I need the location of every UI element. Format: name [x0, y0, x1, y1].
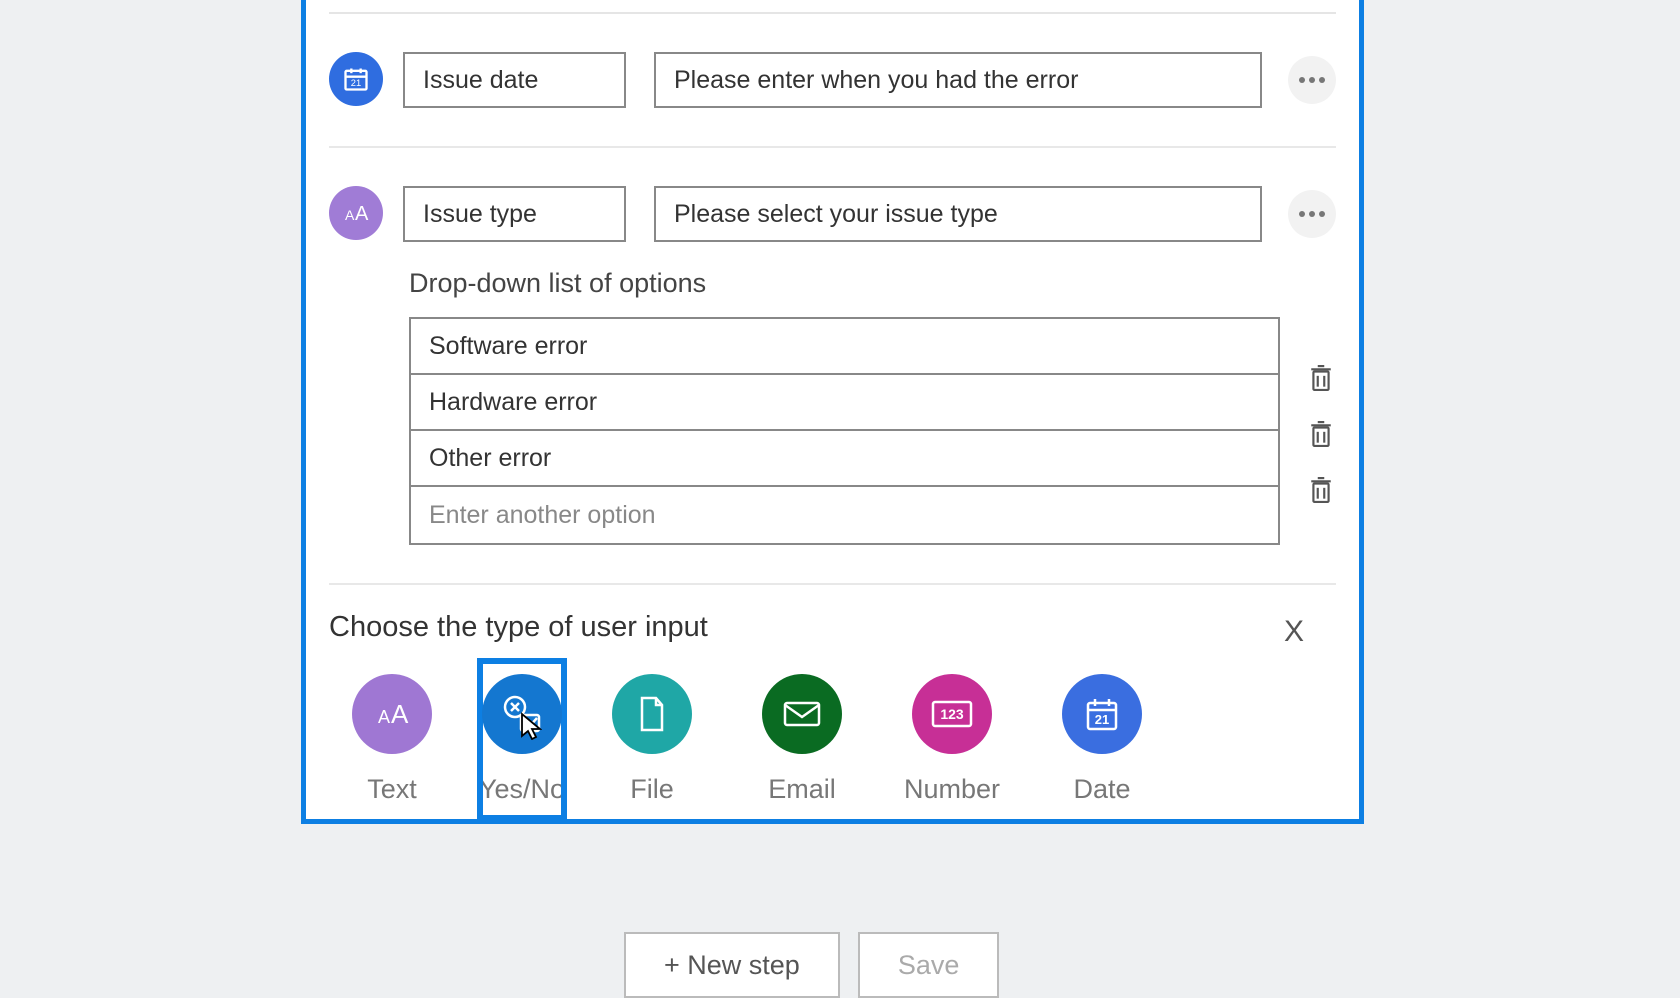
dropdown-option-input[interactable] — [411, 375, 1278, 431]
input-type-tiles: AA Text Yes/No — [353, 674, 1336, 805]
svg-text:21: 21 — [1095, 712, 1109, 727]
svg-text:21: 21 — [351, 78, 361, 88]
input-name-field[interactable] — [403, 52, 626, 108]
input-type-yesno[interactable]: Yes/No — [483, 664, 561, 815]
calendar-icon: 21 — [329, 52, 383, 106]
text-icon: AA — [352, 674, 432, 754]
input-description-field[interactable] — [654, 186, 1262, 242]
divider — [329, 583, 1336, 585]
calendar-icon: 21 — [1062, 674, 1142, 754]
dropdown-add-option-input[interactable] — [411, 487, 1278, 543]
input-type-file[interactable]: File — [613, 674, 691, 805]
tile-label: Email — [768, 774, 836, 805]
svg-text:A: A — [391, 699, 409, 729]
input-row-issue-date: 21 — [306, 14, 1359, 108]
close-button[interactable]: X — [1284, 615, 1304, 649]
dropdown-option-input[interactable] — [411, 319, 1278, 375]
delete-option-button[interactable] — [1306, 360, 1336, 396]
choose-title: Choose the type of user input — [329, 611, 1336, 644]
svg-text:A: A — [345, 207, 355, 223]
dropdown-option-input[interactable] — [411, 431, 1278, 487]
input-type-text[interactable]: AA Text — [353, 674, 431, 805]
delete-option-button[interactable] — [1306, 416, 1336, 452]
dropdown-options-section: Drop-down list of options — [409, 268, 1336, 545]
choose-input-type-section: Choose the type of user input X AA Text — [329, 611, 1336, 805]
save-button[interactable]: Save — [858, 932, 1000, 998]
input-row-issue-type: A A — [306, 148, 1359, 242]
svg-text:A: A — [355, 203, 369, 225]
tile-label: Number — [904, 774, 1000, 805]
new-step-button[interactable]: + New step — [624, 932, 840, 998]
flow-trigger-card: 21 A A — [301, 0, 1364, 824]
tile-label: File — [630, 774, 674, 805]
input-type-email[interactable]: Email — [763, 674, 841, 805]
tile-label: Yes/No — [479, 774, 565, 805]
ellipsis-icon — [1299, 211, 1325, 217]
email-icon — [762, 674, 842, 754]
tile-label: Date — [1073, 774, 1130, 805]
input-type-date[interactable]: 21 Date — [1063, 674, 1141, 805]
dropdown-label: Drop-down list of options — [409, 268, 1336, 299]
file-icon — [612, 674, 692, 754]
svg-text:123: 123 — [940, 706, 964, 722]
number-icon: 123 — [912, 674, 992, 754]
svg-text:A: A — [378, 707, 390, 727]
text-icon: A A — [329, 186, 383, 240]
footer-actions: + New step Save — [624, 932, 999, 998]
more-options-button[interactable] — [1288, 190, 1336, 238]
input-description-field[interactable] — [654, 52, 1262, 108]
input-type-number[interactable]: 123 Number — [913, 674, 991, 805]
more-options-button[interactable] — [1288, 56, 1336, 104]
delete-option-button[interactable] — [1306, 472, 1336, 508]
yesno-icon — [482, 674, 562, 754]
input-name-field[interactable] — [403, 186, 626, 242]
tile-label: Text — [367, 774, 417, 805]
ellipsis-icon — [1299, 77, 1325, 83]
